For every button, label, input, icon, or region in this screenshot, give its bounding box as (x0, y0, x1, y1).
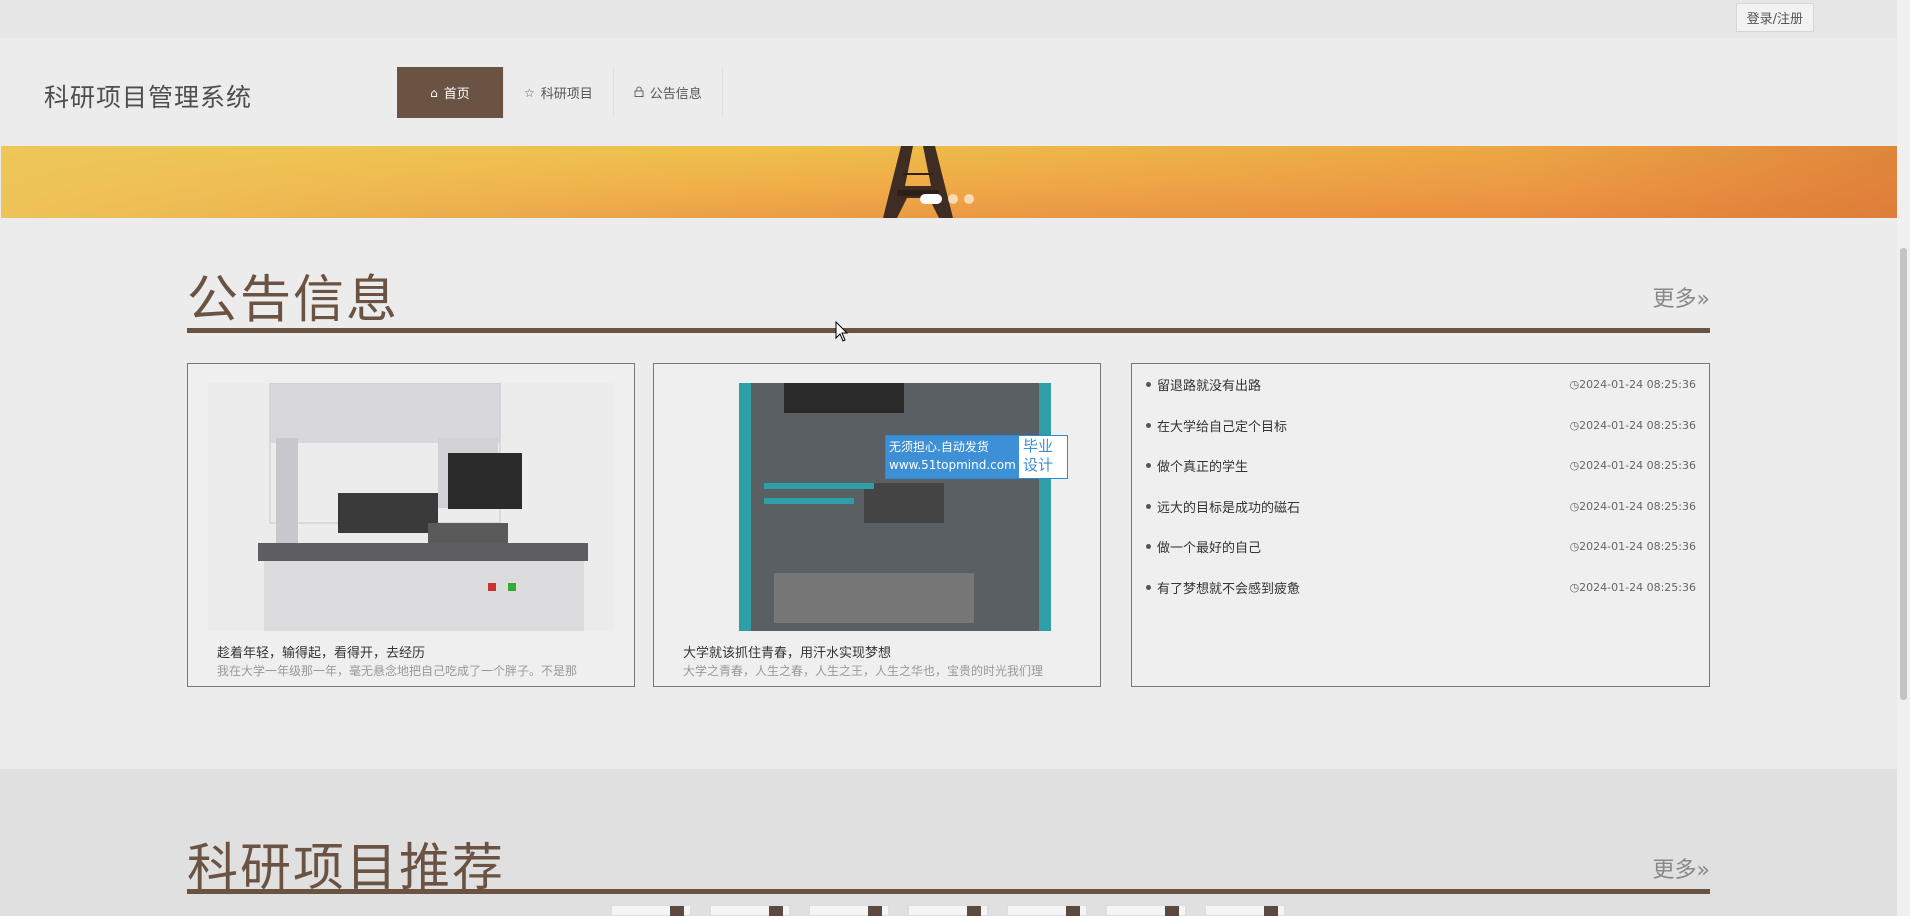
watermark-line2: www.51topmind.com (889, 458, 1016, 472)
card-image: 无须担心.自动发货 www.51topmind.com 毕业 设计 (674, 383, 1080, 631)
carousel-dot[interactable] (920, 194, 942, 204)
star-icon: ☆ (524, 85, 535, 100)
list-item-date: 2024-01-24 08:25:36 (1579, 499, 1696, 513)
list-item[interactable]: 有了梦想就不会感到疲惫 ◷2024-01-24 08:25:36 (1146, 577, 1696, 597)
mouse-cursor-icon (835, 321, 849, 342)
card-description: 大学之青春，人生之春，人生之王，人生之华也，宝贵的时光我们理 (683, 664, 1044, 678)
list-item-title: 做个真正的学生 (1157, 459, 1249, 475)
notice-card[interactable]: 无须担心.自动发货 www.51topmind.com 毕业 设计 大学就该抓住… (653, 363, 1101, 687)
list-item-date: 2024-01-24 08:25:36 (1579, 418, 1696, 432)
carousel-dot[interactable] (948, 194, 958, 204)
nav-item-label: 首页 (443, 87, 470, 102)
list-item-date: 2024-01-24 08:25:36 (1579, 539, 1696, 553)
watermark-tag2: 设计 (1023, 456, 1054, 474)
project-thumbnail[interactable] (710, 905, 790, 916)
notice-card[interactable]: 趁着年轻，输得起，看得开，去经历 我在大学一年级那一年，毫无悬念地把自己吃成了一… (187, 363, 635, 687)
carousel-indicators (920, 194, 974, 204)
project-thumbnail[interactable] (1007, 905, 1087, 916)
clock-icon: ◷ (1569, 499, 1580, 513)
list-item-date: 2024-01-24 08:25:36 (1579, 377, 1696, 391)
site-header: 科研项目管理系统 ⌂ 首页 ☆ 科研项目 公告信息 (0, 38, 1897, 146)
lock-icon (634, 86, 644, 100)
watermark-badge: 无须担心.自动发货 www.51topmind.com 毕业 设计 (885, 435, 1068, 479)
list-item[interactable]: 做一个最好的自己 ◷2024-01-24 08:25:36 (1146, 536, 1696, 556)
clock-icon: ◷ (1569, 580, 1580, 594)
watermark-line1: 无须担心.自动发货 (889, 440, 989, 454)
clock-icon: ◷ (1569, 458, 1580, 472)
nav-item-label: 科研项目 (540, 87, 593, 102)
card-title: 大学就该抓住青春，用汗水实现梦想 (683, 646, 892, 661)
eiffel-tower-image (883, 146, 953, 218)
nav-item-label: 公告信息 (649, 87, 702, 102)
section-title: 公告信息 (187, 271, 400, 330)
home-icon: ⌂ (430, 85, 438, 100)
project-thumbnail[interactable] (809, 905, 889, 916)
nav-item-home[interactable]: ⌂ 首页 (397, 67, 504, 118)
main-nav: ⌂ 首页 ☆ 科研项目 公告信息 (397, 67, 723, 118)
banner-carousel[interactable] (1, 146, 1897, 218)
nav-item-projects[interactable]: ☆ 科研项目 (504, 67, 614, 118)
section-divider (187, 328, 1710, 333)
section-divider (187, 889, 1710, 894)
project-thumbnail[interactable] (1106, 905, 1186, 916)
notice-list: 留退路就没有出路 ◷2024-01-24 08:25:36 在大学给自己定个目标… (1131, 363, 1710, 687)
watermark-tag1: 毕业 (1023, 437, 1054, 455)
list-item[interactable]: 远大的目标是成功的磁石 ◷2024-01-24 08:25:36 (1146, 496, 1696, 516)
card-image (208, 383, 614, 631)
list-item[interactable]: 留退路就没有出路 ◷2024-01-24 08:25:36 (1146, 374, 1696, 394)
list-item-date: 2024-01-24 08:25:36 (1579, 580, 1696, 594)
more-link[interactable]: 更多» (1653, 281, 1710, 313)
card-description: 我在大学一年级那一年，毫无悬念地把自己吃成了一个胖子。不是那 (217, 664, 578, 678)
clock-icon: ◷ (1569, 418, 1580, 432)
clock-icon: ◷ (1569, 539, 1580, 553)
carousel-dot[interactable] (964, 194, 974, 204)
list-item-title: 留退路就没有出路 (1157, 378, 1262, 394)
top-bar: 登录/注册 (0, 0, 1910, 38)
list-item-date: 2024-01-24 08:25:36 (1579, 458, 1696, 472)
list-item-title: 做一个最好的自己 (1157, 540, 1262, 556)
project-section-header: 科研项目推荐 更多» (187, 826, 1710, 898)
scrollbar-thumb[interactable] (1900, 248, 1907, 700)
list-item-title: 远大的目标是成功的磁石 (1157, 500, 1301, 516)
notice-section-header: 公告信息 更多» (187, 258, 1710, 333)
list-item[interactable]: 在大学给自己定个目标 ◷2024-01-24 08:25:36 (1146, 415, 1696, 435)
clock-icon: ◷ (1569, 377, 1580, 391)
site-title: 科研项目管理系统 (44, 83, 253, 112)
project-thumbnail[interactable] (1205, 905, 1285, 916)
list-item[interactable]: 做个真正的学生 ◷2024-01-24 08:25:36 (1146, 455, 1696, 475)
project-thumbnail[interactable] (908, 905, 988, 916)
card-title: 趁着年轻，输得起，看得开，去经历 (217, 646, 426, 661)
project-thumbnails (611, 905, 1285, 916)
project-thumbnail[interactable] (611, 905, 691, 916)
page-scrollbar[interactable] (1897, 0, 1910, 916)
more-link[interactable]: 更多» (1653, 852, 1710, 884)
list-item-title: 在大学给自己定个目标 (1157, 419, 1288, 435)
login-register-button[interactable]: 登录/注册 (1735, 3, 1814, 32)
list-item-title: 有了梦想就不会感到疲惫 (1157, 581, 1301, 597)
nav-item-notices[interactable]: 公告信息 (614, 67, 723, 118)
